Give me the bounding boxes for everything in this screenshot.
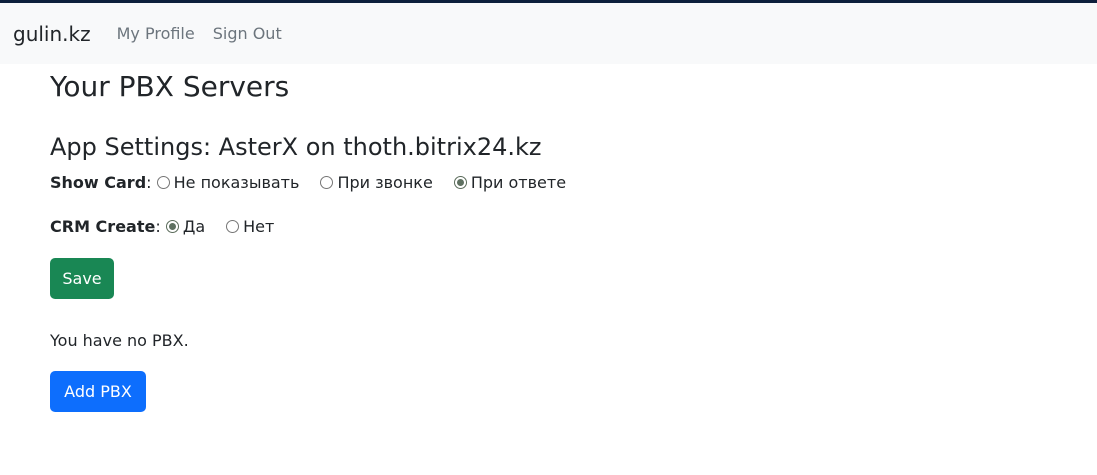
nav-link-sign-out[interactable]: Sign Out — [213, 24, 282, 43]
crm-create-label: CRM Create — [50, 216, 156, 236]
show-card-option-on-call[interactable]: При звонке — [320, 172, 433, 192]
nav-link-my-profile[interactable]: My Profile — [117, 24, 195, 43]
show-card-option-on-answer[interactable]: При ответе — [453, 172, 567, 192]
save-button[interactable]: Save — [50, 258, 114, 299]
crm-create-option-no[interactable]: Нет — [226, 217, 274, 236]
radio-dot — [456, 178, 464, 186]
option-label: Нет — [243, 216, 275, 236]
radio-button[interactable] — [226, 219, 240, 233]
option-label: При ответе — [470, 172, 567, 192]
show-card-setting: Show Card: Не показывать При звонке При … — [50, 170, 1050, 194]
navbar: gulin.kz My Profile Sign Out — [0, 3, 1097, 64]
main-content: Your PBX Servers App Settings: AsterX on… — [50, 64, 1050, 412]
show-card-label: Show Card — [50, 172, 147, 192]
radio-button[interactable] — [320, 175, 334, 189]
radio-button-checked[interactable] — [165, 219, 179, 233]
option-label: Да — [182, 216, 206, 236]
option-label: При звонке — [337, 172, 433, 192]
brand-link[interactable]: gulin.kz — [13, 22, 91, 46]
show-card-option-none[interactable]: Не показывать — [156, 172, 300, 192]
crm-create-setting: CRM Create: Да Нет — [50, 214, 1050, 238]
add-pbx-button[interactable]: Add PBX — [50, 371, 146, 412]
option-label: Не показывать — [173, 172, 300, 192]
page-title: Your PBX Servers — [50, 70, 290, 103]
settings-title: App Settings: AsterX on thoth.bitrix24.k… — [50, 133, 542, 161]
radio-button[interactable] — [156, 175, 170, 189]
label-colon: : — [146, 172, 157, 192]
no-pbx-message: You have no PBX. — [50, 331, 189, 350]
radio-dot — [168, 222, 176, 230]
crm-create-option-yes[interactable]: Да — [165, 216, 206, 236]
label-colon: : — [155, 216, 166, 236]
radio-button-checked[interactable] — [453, 175, 467, 189]
